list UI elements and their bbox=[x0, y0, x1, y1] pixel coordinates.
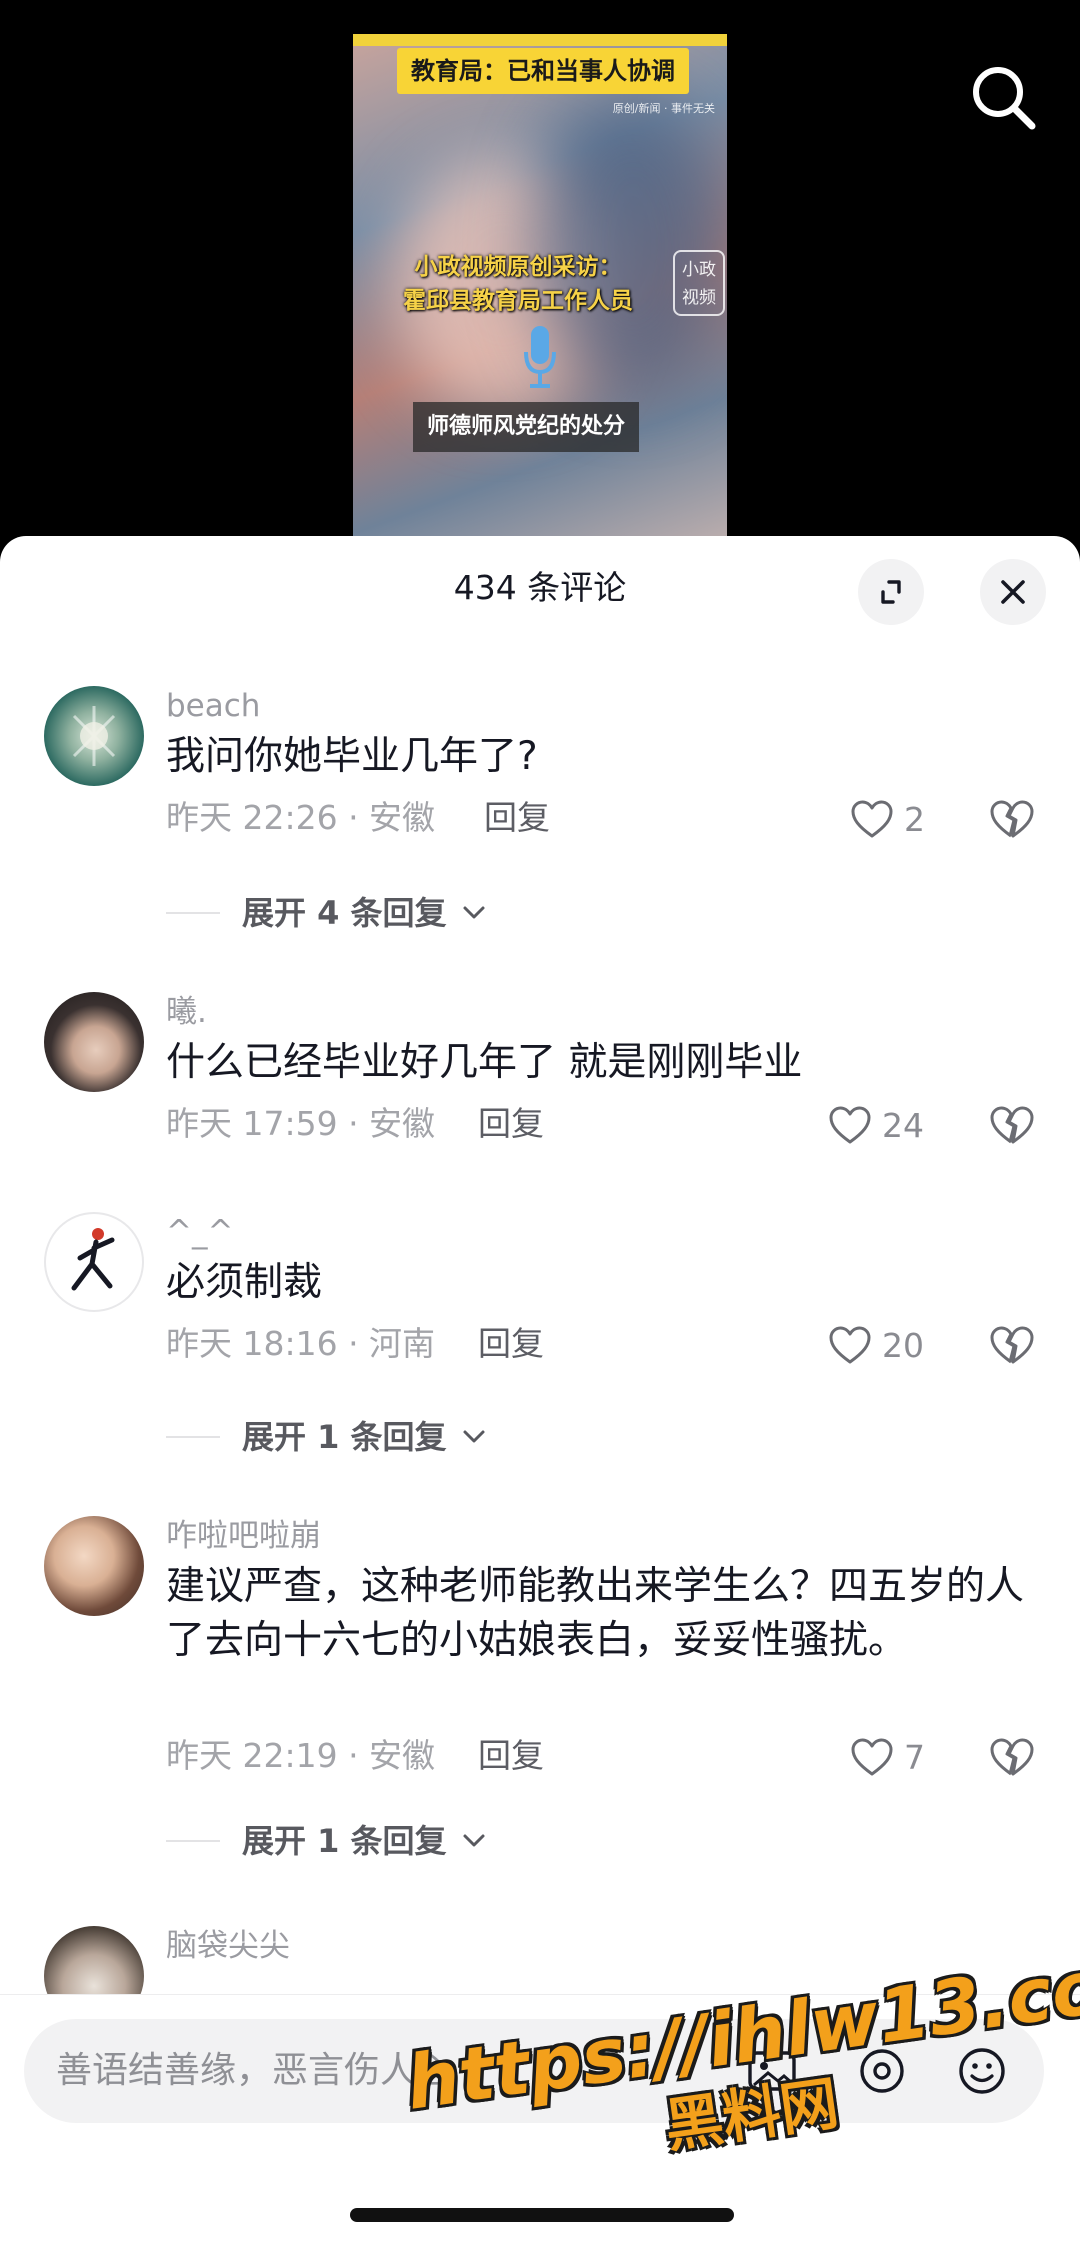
close-icon bbox=[1001, 580, 1025, 604]
broken-heart-icon[interactable] bbox=[988, 796, 1034, 842]
avatar[interactable] bbox=[44, 686, 144, 786]
like-count: 24 bbox=[882, 1106, 924, 1145]
comment-author[interactable]: 曦. bbox=[166, 992, 207, 1032]
comment-item: 曦. 什么已经毕业好几年了 就是刚刚毕业 昨天 17:59 · 安徽 回复 24 bbox=[0, 992, 1080, 1152]
like-count: 2 bbox=[904, 800, 925, 839]
heart-icon bbox=[851, 800, 893, 838]
comment-author[interactable]: ^_^ bbox=[166, 1212, 233, 1252]
video-quote-caption: 师德师风党纪的处分 bbox=[413, 402, 640, 452]
comment-item: beach 我问你她毕业几年了? 昨天 22:26 · 安徽 回复 2 展开 4… bbox=[0, 686, 1080, 932]
video-top-caption-strip bbox=[353, 34, 727, 46]
avatar[interactable] bbox=[44, 1516, 144, 1616]
microphone-icon bbox=[524, 326, 556, 388]
avatar-pattern bbox=[72, 706, 116, 766]
chevron-down-icon bbox=[463, 906, 485, 919]
expand-icon bbox=[881, 580, 901, 604]
video-subtitle: 小政视频原创采访： 霍邱县教育局工作人员 bbox=[353, 250, 683, 318]
comment-text: 我问你她毕业几年了? bbox=[166, 734, 538, 779]
comment-author[interactable]: beach bbox=[166, 686, 260, 726]
heart-icon bbox=[829, 1106, 871, 1144]
chevron-down-icon bbox=[463, 1834, 485, 1847]
comment-item: 咋啦吧啦崩 建议严查，这种老师能教出来学生么？四五岁的人了去向十六七的小姑娘表白… bbox=[0, 1516, 1080, 1876]
video-channel-logo: 小政视频 bbox=[673, 250, 725, 316]
comment-text: 必须制裁 bbox=[166, 1260, 323, 1305]
comment-text: 什么已经毕业好几年了 就是刚刚毕业 bbox=[166, 1040, 803, 1085]
comment-meta: 昨天 18:16 · 河南 bbox=[166, 1324, 436, 1363]
comment-item: ^_^ 必须制裁 昨天 18:16 · 河南 回复 20 展开 1 条回复 bbox=[0, 1212, 1080, 1456]
expand-replies-button[interactable]: 展开 1 条回复 bbox=[166, 1816, 526, 1866]
search-icon bbox=[973, 67, 1036, 130]
reply-button[interactable]: 回复 bbox=[484, 796, 550, 840]
like-button[interactable]: 20 bbox=[828, 1320, 958, 1370]
video-subtitle-line2: 霍邱县教育局工作人员 bbox=[403, 288, 633, 314]
avatar[interactable] bbox=[44, 1212, 144, 1312]
reply-button[interactable]: 回复 bbox=[478, 1322, 544, 1366]
comment-text: 建议严查，这种老师能教出来学生么？四五岁的人了去向十六七的小姑娘表白，妥妥性骚扰… bbox=[166, 1564, 1025, 1663]
chevron-down-icon bbox=[463, 1430, 485, 1443]
like-button[interactable]: 24 bbox=[828, 1100, 958, 1150]
comment-meta: 昨天 22:19 · 安徽 bbox=[166, 1736, 436, 1775]
expand-replies-button[interactable]: 展开 4 条回复 bbox=[166, 888, 526, 938]
expand-replies-label: 展开 1 条回复 bbox=[242, 1418, 447, 1456]
like-button[interactable]: 2 bbox=[850, 794, 950, 844]
reply-button[interactable]: 回复 bbox=[478, 1734, 544, 1778]
comment-meta: 昨天 17:59 · 安徽 bbox=[166, 1104, 436, 1143]
broken-heart-icon[interactable] bbox=[988, 1322, 1034, 1368]
close-sheet-button[interactable] bbox=[980, 559, 1046, 625]
video-subtitle-line1: 小政视频原创采访： bbox=[414, 254, 622, 280]
broken-heart-icon[interactable] bbox=[988, 1734, 1034, 1780]
expand-replies-button[interactable]: 展开 1 条回复 bbox=[166, 1412, 526, 1462]
comment-meta: 昨天 22:26 · 安徽 bbox=[166, 798, 436, 837]
expand-replies-label: 展开 1 条回复 bbox=[242, 1822, 447, 1860]
divider bbox=[166, 1840, 220, 1842]
avatar[interactable] bbox=[44, 992, 144, 1092]
expand-replies-label: 展开 4 条回复 bbox=[242, 894, 447, 932]
comment-input-placeholder: 善语结善缘，恶言伤人心 bbox=[56, 2050, 453, 2091]
reply-button[interactable]: 回复 bbox=[478, 1102, 544, 1146]
jumpman-logo-icon bbox=[71, 1228, 115, 1291]
comment-author[interactable]: 脑袋尖尖 bbox=[166, 1926, 290, 1966]
divider bbox=[166, 1436, 220, 1438]
video-thumbnail[interactable]: 教育局：已和当事人协调 原创/新闻 · 事件无关 小政视频原创采访： 霍邱县教育… bbox=[353, 34, 727, 564]
broken-heart-icon[interactable] bbox=[988, 1102, 1034, 1148]
video-headline: 教育局：已和当事人协调 bbox=[397, 48, 689, 94]
like-button[interactable]: 7 bbox=[850, 1732, 950, 1782]
like-count: 7 bbox=[904, 1738, 925, 1777]
heart-icon bbox=[829, 1326, 871, 1364]
expand-sheet-button[interactable] bbox=[858, 559, 924, 625]
like-count: 20 bbox=[882, 1326, 924, 1365]
video-area[interactable]: 教育局：已和当事人协调 原创/新闻 · 事件无关 小政视频原创采访： 霍邱县教育… bbox=[0, 0, 1080, 564]
search-button[interactable] bbox=[966, 60, 1042, 136]
heart-icon bbox=[851, 1738, 893, 1776]
comment-author[interactable]: 咋啦吧啦崩 bbox=[166, 1516, 321, 1556]
video-blur-shape bbox=[533, 94, 727, 394]
divider bbox=[166, 912, 220, 914]
comment-sheet-header: 434 条评论 bbox=[0, 536, 1080, 644]
home-indicator[interactable] bbox=[350, 2208, 734, 2222]
video-source-tag: 原创/新闻 · 事件无关 bbox=[612, 102, 715, 115]
